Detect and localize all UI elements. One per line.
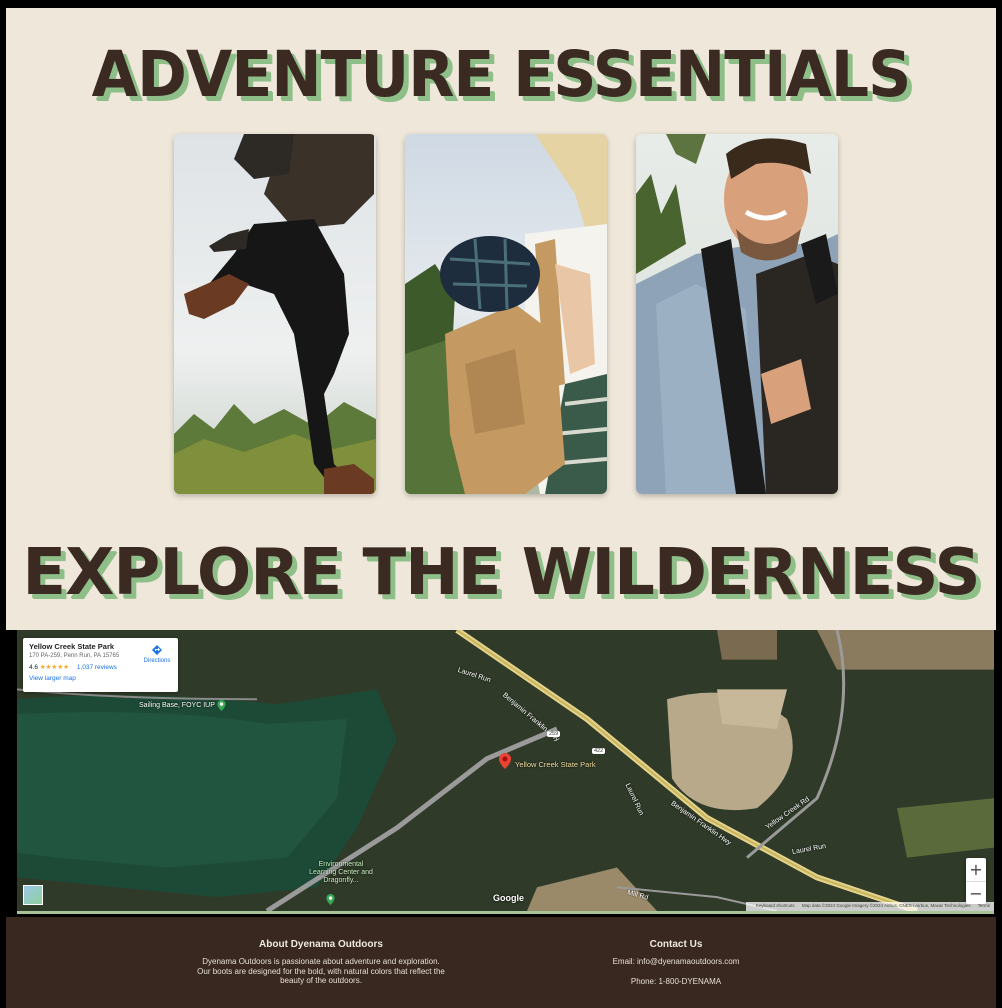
zoom-out-button[interactable]: −	[966, 881, 986, 904]
environmental-center-label[interactable]: Environmental Learning Center and Dragon…	[307, 861, 375, 885]
wilderness-title: EXPLORE THE WILDERNESS	[22, 536, 980, 610]
map-type-toggle[interactable]	[23, 885, 43, 905]
essentials-title: ADVENTURE ESSENTIALS	[91, 38, 912, 112]
route-422-shield: 422	[592, 748, 606, 754]
place-info-card: Yellow Creek State Park 170 PA-259, Penn…	[23, 638, 178, 692]
zoom-in-button[interactable]: +	[966, 858, 986, 881]
sailing-base-label[interactable]: Sailing Base, FOYC IUP	[139, 702, 215, 709]
photo-smiling-man	[636, 134, 838, 494]
rating-stars: ★★★★★	[39, 664, 69, 671]
zoom-controls: + −	[966, 858, 986, 904]
map-embed[interactable]: Yellow Creek State Park 170 PA-259, Penn…	[17, 630, 994, 914]
photo-backpack-woman	[405, 134, 607, 494]
contact-phone[interactable]: Phone: 1-800-DYENAMA	[566, 977, 786, 987]
env-center-pin-icon[interactable]	[326, 894, 335, 905]
footer-contact: Contact Us Email: info@dyenamaoutdoors.c…	[566, 939, 786, 996]
page: ADVENTURE ESSENTIALS EXPLORE THE WILDERN…	[0, 0, 1002, 1008]
place-rating: 4.6 ★★★★★ 1,037 reviews	[29, 663, 172, 671]
map-pin-icon[interactable]	[499, 753, 511, 769]
directions-icon	[152, 645, 162, 655]
terms-link[interactable]: Terms	[978, 903, 990, 908]
footer-about: About Dyenama Outdoors Dyenama Outdoors …	[196, 939, 446, 986]
google-logo: Google	[493, 893, 524, 903]
reviews-link[interactable]: 1,037 reviews	[77, 664, 117, 671]
directions-button[interactable]: Directions	[142, 644, 172, 664]
contact-email[interactable]: Email: info@dyenamaoutdoors.com	[566, 957, 786, 967]
about-text: Dyenama Outdoors is passionate about adv…	[197, 957, 445, 985]
site-footer: About Dyenama Outdoors Dyenama Outdoors …	[6, 917, 996, 1008]
view-larger-map-link[interactable]: View larger map	[29, 675, 172, 682]
route-259-shield: 259	[547, 731, 561, 737]
sailing-pin-icon[interactable]	[217, 700, 226, 711]
adventure-section: ADVENTURE ESSENTIALS EXPLORE THE WILDERN…	[6, 8, 996, 630]
photo-hiker-jumping	[174, 134, 376, 494]
about-title: About Dyenama Outdoors	[259, 939, 383, 950]
map-attribution: Keyboard shortcuts Map data ©2024 Google…	[745, 902, 994, 911]
directions-label: Directions	[143, 658, 171, 664]
map-data-text: Map data ©2024 Google Imagery ©2024 Airb…	[801, 903, 971, 908]
rating-value: 4.6	[29, 664, 39, 671]
contact-title: Contact Us	[649, 939, 703, 950]
yellow-creek-pin-label[interactable]: Yellow Creek State Park	[515, 760, 596, 769]
keyboard-shortcuts-link[interactable]: Keyboard shortcuts	[756, 903, 795, 908]
